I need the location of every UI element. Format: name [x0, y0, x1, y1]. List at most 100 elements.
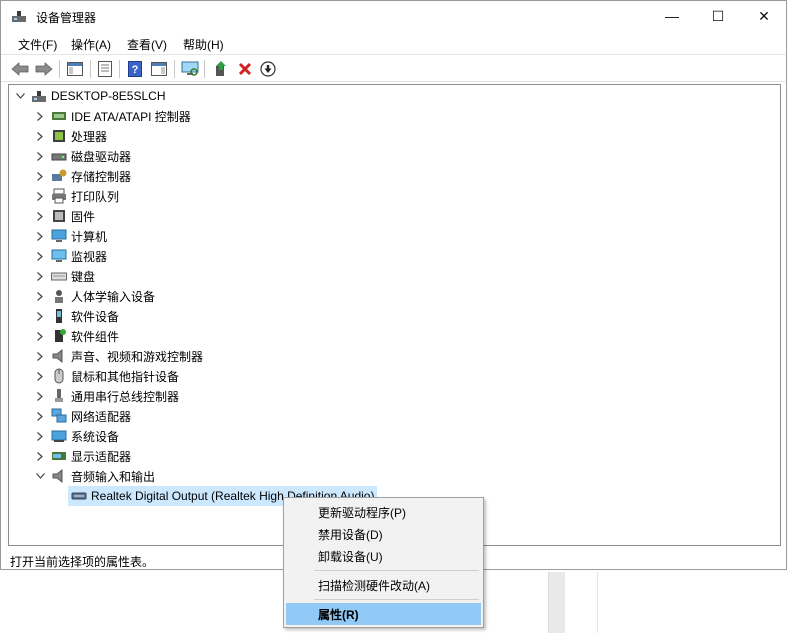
- tree-category-item[interactable]: 固件: [35, 206, 95, 226]
- menu-file[interactable]: 文件(F): [18, 36, 57, 53]
- device-tree[interactable]: DESKTOP-8E5SLCH IDE ATA/ATAPI 控制器处理器磁盘驱动…: [8, 84, 781, 546]
- menu-help[interactable]: 帮助(H): [183, 36, 224, 53]
- tree-category-item[interactable]: 处理器: [35, 126, 107, 146]
- tree-category-item[interactable]: 打印队列: [35, 186, 119, 206]
- disk-drive-icon: [51, 153, 67, 161]
- uninstall-icon[interactable]: [235, 59, 255, 79]
- category-label: 音频输入和输出: [71, 469, 156, 484]
- expand-chevron-icon[interactable]: [35, 151, 45, 161]
- tree-category-item[interactable]: 软件组件: [35, 326, 119, 346]
- toolbar-separator: [174, 60, 175, 78]
- title-bar[interactable]: 设备管理器 — ☐ ✕: [1, 1, 786, 31]
- svg-text:?: ?: [132, 64, 139, 76]
- expand-chevron-icon[interactable]: [35, 211, 45, 221]
- menu-separator: [314, 599, 479, 600]
- action-pane-icon[interactable]: [149, 59, 169, 79]
- expand-chevron-icon[interactable]: [35, 331, 45, 341]
- tree-category-item[interactable]: 软件设备: [35, 306, 119, 326]
- expand-chevron-icon[interactable]: [35, 451, 45, 461]
- firmware-icon: [53, 210, 65, 222]
- tree-category-item[interactable]: 人体学输入设备: [35, 286, 155, 306]
- category-label: 存储控制器: [71, 169, 132, 184]
- tree-category-item[interactable]: 存储控制器: [35, 166, 131, 186]
- back-arrow-icon[interactable]: [10, 59, 30, 79]
- tree-category-item[interactable]: 网络适配器: [35, 406, 131, 426]
- expand-chevron-icon[interactable]: [35, 291, 45, 301]
- expand-chevron-icon[interactable]: [35, 271, 45, 281]
- category-label: 系统设备: [71, 429, 120, 444]
- menu-view[interactable]: 查看(V): [127, 36, 167, 53]
- menu-scan-hardware-label: 扫描检测硬件改动(A): [318, 578, 430, 593]
- menu-uninstall-device[interactable]: 卸载设备(U): [286, 545, 481, 567]
- collapse-chevron-icon[interactable]: [15, 91, 25, 101]
- category-label: 键盘: [71, 269, 96, 284]
- tree-category-item[interactable]: 磁盘驱动器: [35, 146, 131, 166]
- category-label: 计算机: [71, 229, 108, 244]
- background-scrollbar: [548, 572, 565, 633]
- computer-icon: [51, 229, 67, 242]
- maximize-button[interactable]: ☐: [695, 1, 741, 31]
- expand-chevron-icon[interactable]: [35, 431, 45, 441]
- tree-category-item[interactable]: 声音、视频和游戏控制器: [35, 346, 203, 366]
- tree-category-item[interactable]: 通用串行总线控制器: [35, 386, 179, 406]
- category-label: 鼠标和其他指针设备: [71, 369, 180, 384]
- tree-category-item[interactable]: 音频输入和输出: [35, 466, 155, 486]
- display-adapter-icon: [52, 452, 66, 460]
- console-tree-icon[interactable]: [65, 59, 85, 79]
- root-label: DESKTOP-8E5SLCH: [51, 89, 166, 103]
- menu-bar: 文件(F) 操作(A) 查看(V) 帮助(H): [1, 32, 786, 54]
- help-icon[interactable]: ?: [125, 59, 145, 79]
- tree-root[interactable]: DESKTOP-8E5SLCH: [15, 86, 166, 106]
- menu-update-driver[interactable]: 更新驱动程序(P): [286, 501, 481, 523]
- tree-category-item[interactable]: 显示适配器: [35, 446, 131, 466]
- toolbar-separator: [90, 60, 91, 78]
- tree-category-item[interactable]: 鼠标和其他指针设备: [35, 366, 179, 386]
- usb-icon: [55, 389, 63, 402]
- properties-icon[interactable]: [95, 59, 115, 79]
- menu-scan-hardware[interactable]: 扫描检测硬件改动(A): [286, 574, 481, 596]
- tree-category-item[interactable]: 键盘: [35, 266, 95, 286]
- scan-hardware-icon[interactable]: [180, 59, 200, 79]
- menu-properties-label: 属性(R): [318, 607, 359, 622]
- expand-chevron-icon[interactable]: [35, 171, 45, 181]
- software-device-icon: [56, 309, 62, 323]
- expand-chevron-icon[interactable]: [35, 251, 45, 261]
- category-label: 通用串行总线控制器: [71, 389, 180, 404]
- forward-arrow-icon[interactable]: [34, 59, 54, 79]
- category-label: 处理器: [71, 129, 108, 144]
- speaker-icon: [52, 348, 63, 364]
- category-label: 软件组件: [71, 329, 120, 344]
- context-menu: 更新驱动程序(P) 禁用设备(D) 卸载设备(U) 扫描检测硬件改动(A) 属性…: [283, 497, 484, 628]
- expand-chevron-icon[interactable]: [35, 311, 45, 321]
- tree-category-item[interactable]: 系统设备: [35, 426, 119, 446]
- toolbar-separator: [204, 60, 205, 78]
- disable-device-icon[interactable]: [258, 59, 278, 79]
- expand-chevron-icon[interactable]: [35, 371, 45, 381]
- expand-chevron-icon[interactable]: [35, 131, 45, 141]
- minimize-button[interactable]: —: [649, 1, 695, 31]
- audio-device-icon: [71, 492, 87, 500]
- menu-separator: [314, 570, 479, 571]
- close-button[interactable]: ✕: [741, 1, 787, 31]
- toolbar: ?: [1, 54, 786, 82]
- expand-chevron-icon[interactable]: [35, 411, 45, 421]
- tree-category-item[interactable]: 计算机: [35, 226, 107, 246]
- audio-io-icon: [52, 468, 63, 484]
- toolbar-separator: [59, 60, 60, 78]
- update-driver-icon[interactable]: [211, 59, 231, 79]
- expand-chevron-icon[interactable]: [35, 391, 45, 401]
- menu-properties[interactable]: 属性(R): [286, 603, 481, 625]
- mouse-icon: [54, 368, 64, 384]
- expand-chevron-icon[interactable]: [35, 351, 45, 361]
- expand-chevron-icon[interactable]: [35, 231, 45, 241]
- tree-category-item[interactable]: IDE ATA/ATAPI 控制器: [35, 106, 191, 126]
- menu-uninstall-device-label: 卸载设备(U): [318, 549, 383, 564]
- hid-icon: [55, 290, 63, 303]
- printer-icon: [52, 188, 66, 204]
- menu-disable-device[interactable]: 禁用设备(D): [286, 523, 481, 545]
- menu-action[interactable]: 操作(A): [71, 36, 111, 53]
- collapse-chevron-icon[interactable]: [35, 471, 45, 481]
- expand-chevron-icon[interactable]: [35, 111, 45, 121]
- tree-category-item[interactable]: 监视器: [35, 246, 107, 266]
- expand-chevron-icon[interactable]: [35, 191, 45, 201]
